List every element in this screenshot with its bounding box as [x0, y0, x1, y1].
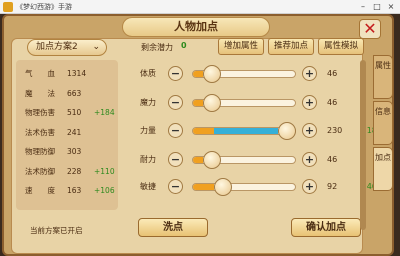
stat-value: 303 — [67, 147, 82, 156]
slider-base-fill — [193, 71, 204, 77]
game-window: 《梦幻西游》手游 – □ × 人物加点 ✕ 加点方案2 ⌄ 气 血 1314 魔 法… — [0, 0, 400, 256]
potential-value: 0 — [181, 41, 187, 50]
stat-row: 法术伤害 241 — [25, 126, 125, 140]
plus-icon[interactable]: + — [302, 95, 317, 110]
attribute-value: 46 — [327, 69, 338, 78]
minus-icon[interactable]: − — [168, 123, 183, 138]
slider-knob[interactable] — [213, 178, 232, 196]
recommend-points-button[interactable]: 推荐加点 — [268, 38, 314, 55]
plus-icon[interactable]: + — [302, 123, 317, 138]
attribute-row: 耐力 − +46 — [140, 151, 370, 169]
attribute-row: 体质 − +46 — [140, 65, 370, 83]
minus-icon[interactable]: − — [168, 66, 183, 81]
stat-row: 速 度 163 +106 — [25, 184, 125, 198]
attribute-name: 魔力 — [140, 98, 156, 107]
stat-row: 物理防御 303 — [25, 145, 125, 159]
close-icon[interactable]: ✕ — [359, 19, 381, 39]
tab-attributes[interactable]: 属性 — [373, 55, 393, 99]
attribute-slider-track[interactable] — [192, 183, 296, 191]
stat-value: 1314 — [67, 69, 87, 78]
slider-added-fill — [213, 128, 279, 134]
attribute-value: 46 — [327, 98, 338, 107]
plan-status-text: 当前方案已开启 — [30, 226, 83, 235]
add-attribute-button[interactable]: 增加属性 — [218, 38, 264, 55]
attribute-simulation-button[interactable]: 属性模拟 — [318, 38, 364, 55]
stat-bonus: +184 — [94, 108, 115, 117]
attribute-value: 46 — [327, 155, 338, 164]
attribute-name: 敏捷 — [140, 182, 156, 191]
plus-icon[interactable]: + — [302, 152, 317, 167]
minus-icon[interactable]: − — [168, 179, 183, 194]
stat-name: 速 度 — [25, 186, 55, 195]
stat-name: 气 血 — [25, 69, 55, 78]
plus-icon[interactable]: + — [302, 66, 317, 81]
stat-value: 228 — [67, 166, 82, 176]
slider-base-fill — [193, 128, 214, 134]
maximize-icon[interactable]: □ — [370, 0, 384, 13]
minus-icon[interactable]: − — [168, 95, 183, 110]
attribute-name: 力量 — [140, 126, 156, 135]
stat-value: 163 — [67, 186, 82, 195]
stat-row: 法术防御 228 +110 — [25, 165, 125, 179]
stat-row: 魔 法 663 — [25, 87, 125, 101]
plan-selector[interactable]: 加点方案2 ⌄ — [27, 39, 107, 56]
app-icon — [3, 2, 13, 12]
stat-bonus: +110 — [94, 166, 115, 176]
attribute-name: 体质 — [140, 69, 156, 78]
potential-label: 剩余潜力 — [141, 43, 173, 52]
slider-base-fill — [193, 157, 204, 163]
stat-name: 物理防御 — [25, 147, 55, 156]
attribute-value: 230 — [327, 126, 343, 135]
stat-row: 物理伤害 510 +184 — [25, 106, 125, 120]
window-title: 《梦幻西游》手游 — [16, 3, 72, 11]
attribute-value: 92 — [327, 182, 338, 191]
window-close-icon[interactable]: × — [384, 0, 398, 13]
minimize-icon[interactable]: – — [356, 0, 370, 13]
attribute-name: 耐力 — [140, 155, 156, 164]
stat-name: 物理伤害 — [25, 108, 55, 117]
panel-title: 人物加点 — [122, 17, 270, 37]
tab-add-points[interactable]: 加点 — [373, 147, 393, 191]
plus-icon[interactable]: + — [302, 179, 317, 194]
stat-name: 法术防御 — [25, 166, 55, 176]
stat-value: 241 — [67, 127, 82, 137]
slider-knob[interactable] — [278, 122, 297, 140]
window-titlebar: 《梦幻西游》手游 – □ × — [0, 0, 400, 14]
tab-info[interactable]: 信息 — [373, 101, 393, 145]
stat-bonus: +106 — [94, 186, 115, 195]
attribute-row: 魔力 − +46 — [140, 94, 370, 112]
reset-points-button[interactable]: 洗点 — [138, 218, 208, 237]
scrollbar[interactable] — [360, 60, 366, 230]
attribute-row: 敏捷 − +92 +46 — [140, 178, 377, 196]
slider-base-fill — [193, 100, 204, 106]
confirm-points-button[interactable]: 确认加点 — [291, 218, 361, 237]
stat-name: 魔 法 — [25, 88, 55, 98]
slider-knob[interactable] — [203, 94, 222, 112]
stat-value: 663 — [67, 88, 82, 98]
minus-icon[interactable]: − — [168, 152, 183, 167]
stat-row: 气 血 1314 — [25, 67, 125, 81]
slider-knob[interactable] — [203, 151, 222, 169]
stat-name: 法术伤害 — [25, 127, 55, 137]
slider-knob[interactable] — [203, 65, 222, 83]
stat-value: 510 — [67, 108, 82, 117]
plan-selector-label: 加点方案2 — [36, 42, 78, 52]
chevron-down-icon: ⌄ — [92, 42, 100, 52]
attribute-row: 力量 − +230 +184 — [140, 122, 382, 140]
slider-base-fill — [193, 184, 214, 190]
